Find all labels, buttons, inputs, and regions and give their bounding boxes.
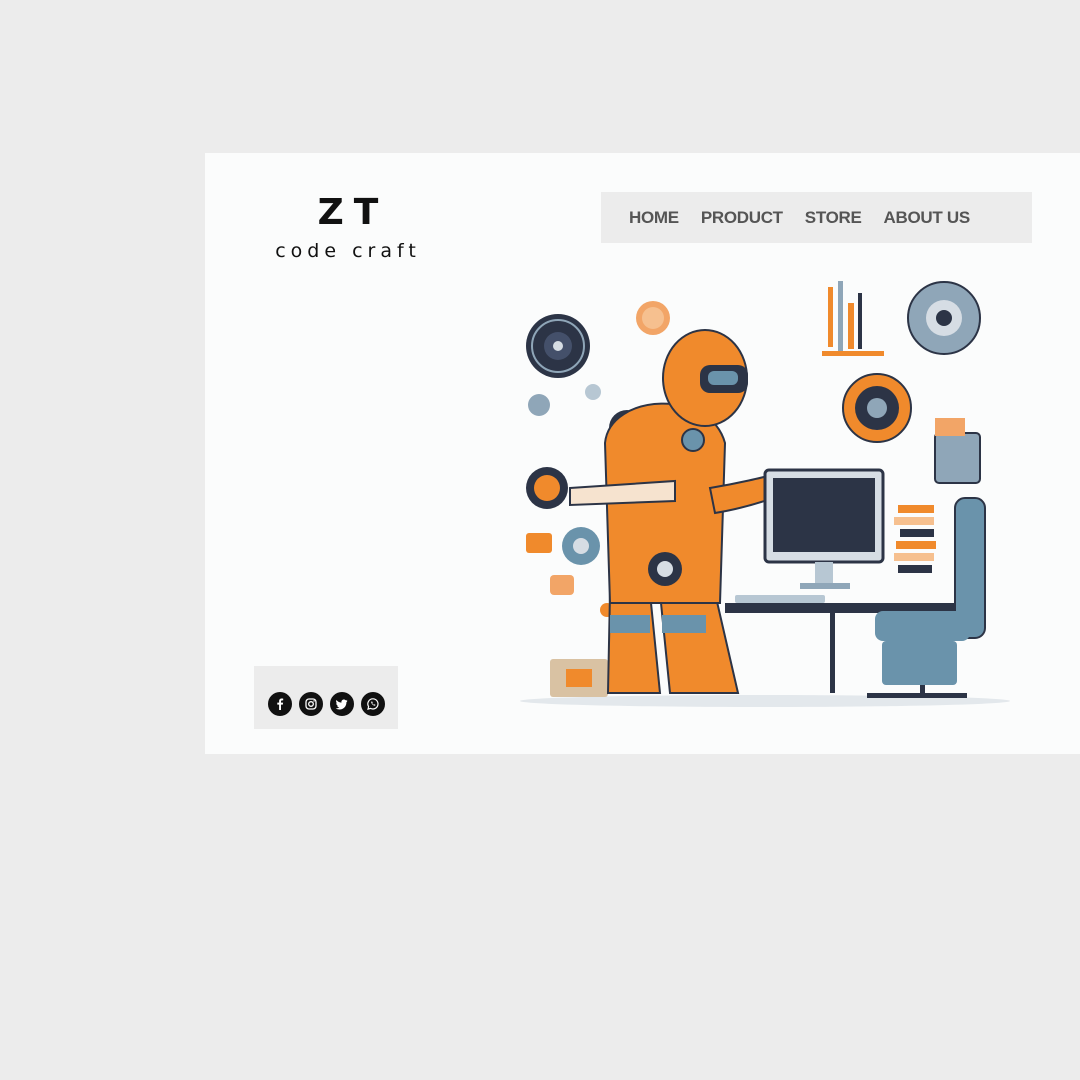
nav-product[interactable]: PRODUCT	[701, 208, 783, 228]
cog-small-icon	[562, 527, 600, 565]
dot-icon	[585, 384, 601, 400]
brand-title: ZT	[317, 192, 389, 233]
gear-icon	[526, 314, 590, 378]
box-icon	[550, 575, 574, 595]
toolbox-icon	[550, 659, 608, 697]
brand-subtitle: code craft	[275, 240, 421, 262]
tools-icon	[822, 281, 884, 356]
nav-home[interactable]: HOME	[629, 208, 679, 228]
chair-icon	[867, 497, 986, 698]
nav-store[interactable]: STORE	[805, 208, 862, 228]
brand-logo[interactable]: ZT code craft	[265, 191, 431, 263]
main-nav: HOME PRODUCT STORE ABOUT US	[601, 192, 1032, 243]
instagram-icon[interactable]	[298, 691, 323, 716]
monitor-icon	[763, 468, 885, 589]
twitter-icon[interactable]	[329, 691, 354, 716]
gear-icon	[842, 373, 912, 443]
chip-icon	[526, 533, 552, 553]
page-card: ZT code craft HOME PRODUCT STORE ABOUT U…	[205, 153, 1080, 754]
coin-icon	[636, 301, 670, 335]
gear-icon	[907, 281, 981, 355]
social-links	[254, 666, 398, 729]
dial-icon	[528, 394, 550, 416]
facebook-icon[interactable]	[267, 691, 292, 716]
fox-badge-icon	[526, 467, 568, 509]
cabinet-icon	[934, 418, 981, 484]
astronaut-programmer-illustration	[520, 281, 1010, 707]
keyboard-icon	[735, 595, 825, 603]
whatsapp-icon[interactable]	[360, 691, 385, 716]
books-icon	[894, 505, 936, 573]
astronaut-figure	[569, 329, 784, 694]
nav-about-us[interactable]: ABOUT US	[884, 208, 971, 228]
